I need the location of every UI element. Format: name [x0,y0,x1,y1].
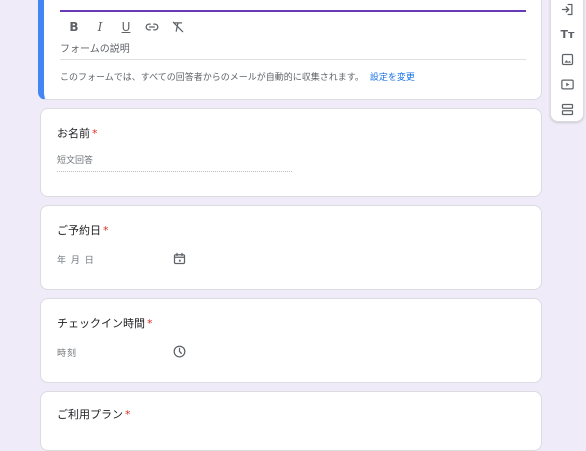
question-title: ご利用プラン * [57,408,131,421]
required-mark: * [103,224,109,237]
short-answer-field: 短文回答 [57,153,292,172]
required-mark: * [125,408,131,421]
add-title-icon[interactable]: Tт [559,26,576,43]
question-card-name[interactable]: お名前 * 短文回答 [40,108,542,197]
floating-toolbar: Tт [550,0,584,122]
add-video-icon[interactable] [559,76,576,93]
change-settings-link[interactable]: 設定を変更 [370,73,415,83]
question-title: お名前 * [57,127,98,140]
question-card-date[interactable]: ご予約日 * 年 月 日 [40,205,542,290]
add-image-icon[interactable] [559,51,576,68]
form-description-field[interactable]: フォームの説明 [60,43,526,60]
question-card-plan[interactable]: ご利用プラン * [40,391,542,451]
date-field: 年 月 日 [57,256,95,266]
link-icon[interactable] [142,17,162,37]
required-mark: * [147,317,153,330]
underline-button[interactable]: U [116,17,136,37]
question-title: ご予約日 * [57,224,109,237]
required-mark: * [92,127,98,140]
italic-button[interactable]: I [90,17,110,37]
format-toolbar: B I U [64,17,188,37]
question-card-checkin[interactable]: チェックイン時間 * 時刻 [40,298,542,383]
add-section-icon[interactable] [559,101,576,118]
clear-formatting-icon[interactable] [168,17,188,37]
bold-button[interactable]: B [64,17,84,37]
import-questions-icon[interactable] [559,1,576,18]
clock-icon[interactable] [172,344,187,359]
notice-text: このフォームでは、すべての回答者からのメールが自動的に収集されます。 [60,73,364,83]
time-field: 時刻 [57,349,78,359]
email-collection-notice: このフォームでは、すべての回答者からのメールが自動的に収集されます。 設定を変更 [60,70,415,83]
title-underline [60,10,526,12]
form-header-card: B I U フォームの説明 このフォームでは、すべての回答者からのメールが自動的… [38,0,542,100]
calendar-icon[interactable] [172,251,187,266]
question-title: チェックイン時間 * [57,317,153,330]
